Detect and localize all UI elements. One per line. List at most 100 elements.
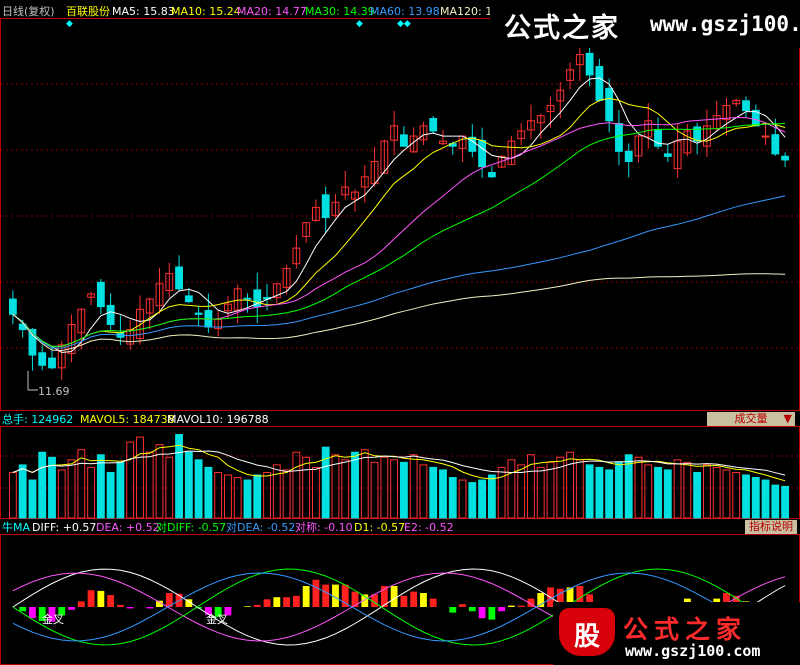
volume-bar xyxy=(761,479,770,519)
volume-bar xyxy=(243,479,252,519)
candle-body xyxy=(96,281,105,308)
volume-bar xyxy=(575,459,584,519)
macd-bar xyxy=(292,595,300,607)
volume-bar xyxy=(136,436,144,519)
ma60-label: MA60: 13.98 xyxy=(370,5,440,18)
volume-bar xyxy=(409,454,418,519)
mavol10-label: MAVOL10: 196788 xyxy=(167,413,269,426)
anti-dea-label: 对DEA: -0.52 xyxy=(226,521,296,534)
macd-bar xyxy=(449,607,457,613)
watermark-bottom: 股 公式之家 www.gszj100.com xyxy=(553,602,800,665)
volume-bar xyxy=(566,451,574,519)
volume-bar xyxy=(145,451,154,519)
ma-line xyxy=(12,97,786,347)
volume-bar xyxy=(18,464,27,519)
macd-bar xyxy=(97,590,105,607)
volume-bar xyxy=(390,459,399,519)
candle-body xyxy=(194,312,203,315)
volume-bar xyxy=(253,474,262,519)
watermark-url: www.gszj100.com xyxy=(625,642,761,660)
dea-label: DEA: +0.52 xyxy=(96,521,160,534)
volume-bar xyxy=(272,464,281,519)
candle-body xyxy=(615,123,623,152)
volume-bar xyxy=(771,484,780,519)
diamond-marker-icon: ◆◆ xyxy=(397,19,411,29)
macd-name: 牛MA xyxy=(2,521,31,534)
candle-body xyxy=(38,352,47,366)
volume-bar xyxy=(214,471,223,519)
volume-bar xyxy=(419,464,428,519)
candle-body xyxy=(595,66,604,101)
volume-bar xyxy=(67,459,76,519)
stock-name[interactable]: 百联股份 xyxy=(66,5,110,18)
anti-diff-label: 对DIFF: -0.57 xyxy=(156,521,227,534)
macd-bar xyxy=(77,601,85,607)
volume-bar xyxy=(370,461,379,519)
macd-bar xyxy=(459,604,466,607)
logo-badge-icon: 股 xyxy=(559,608,615,656)
volume-bar xyxy=(184,451,193,519)
candle-body xyxy=(8,298,17,315)
volume-bar xyxy=(311,466,320,519)
volume-bar xyxy=(546,461,555,519)
e2-label: E2: -0.52 xyxy=(404,521,454,534)
candle-body xyxy=(781,155,790,161)
volume-bar xyxy=(57,469,66,519)
vol-total-label: 总手: 124962 xyxy=(2,413,74,426)
candle-body xyxy=(663,153,672,157)
macd-bar xyxy=(478,607,486,619)
volume-bar xyxy=(116,461,125,519)
macd-bar xyxy=(498,607,506,612)
volume-bar xyxy=(204,466,213,519)
volume-bar xyxy=(38,451,47,519)
candle-body xyxy=(48,357,56,369)
volume-button-label: 成交量 xyxy=(734,412,768,425)
watermark-title: 公式之家 xyxy=(623,615,748,644)
volume-bar xyxy=(497,466,506,519)
macd-bar xyxy=(29,607,36,619)
volume-bar xyxy=(654,466,662,519)
macd-bar xyxy=(273,597,281,607)
volume-bar xyxy=(282,469,291,519)
candle-body xyxy=(478,139,487,168)
golden-cross-label: 金叉 xyxy=(206,613,228,626)
volume-bar xyxy=(468,482,477,519)
macd-bar xyxy=(322,584,330,607)
volume-bar xyxy=(781,485,790,519)
volume-bar xyxy=(585,464,594,519)
volume-bar xyxy=(224,474,232,519)
volume-bar xyxy=(429,466,438,519)
symmetric-label: 对称: -0.10 xyxy=(295,521,353,534)
volume-indicator-select[interactable]: 成交量 ▼ xyxy=(707,412,795,426)
indicator-help-button[interactable]: 指标说明 xyxy=(745,520,797,534)
golden-cross-label: 金叉 xyxy=(42,613,64,626)
macd-bar xyxy=(351,591,359,607)
volume-bar xyxy=(351,451,359,519)
volume-bar xyxy=(96,454,105,519)
volume-bar xyxy=(487,474,496,519)
period-label: 日线(复权) xyxy=(2,5,55,18)
volume-bar xyxy=(732,471,741,519)
ma-line xyxy=(12,195,786,349)
macd-bar xyxy=(116,604,124,607)
volume-bar xyxy=(194,459,203,519)
candle-body xyxy=(243,297,252,300)
macd-bar xyxy=(341,584,349,607)
watermark-url: www.gszj100.com xyxy=(650,12,800,36)
volume-bar xyxy=(605,469,614,519)
volume-bar xyxy=(175,434,183,519)
volume-bar xyxy=(644,464,653,519)
volume-bar xyxy=(263,471,271,519)
candle-body xyxy=(771,134,780,155)
macd-bar xyxy=(468,607,476,612)
volume-bar xyxy=(712,466,721,519)
volume-bar xyxy=(536,466,545,519)
macd-bar xyxy=(283,597,291,607)
volume-bar xyxy=(28,479,37,519)
volume-bar xyxy=(87,466,96,519)
candle-body xyxy=(321,194,330,219)
mavol5-label: MAVOL5: 184738 xyxy=(80,413,175,426)
candle-body xyxy=(605,87,614,122)
watermark-title: 公式之家 xyxy=(504,13,620,44)
macd-bar xyxy=(107,595,115,607)
